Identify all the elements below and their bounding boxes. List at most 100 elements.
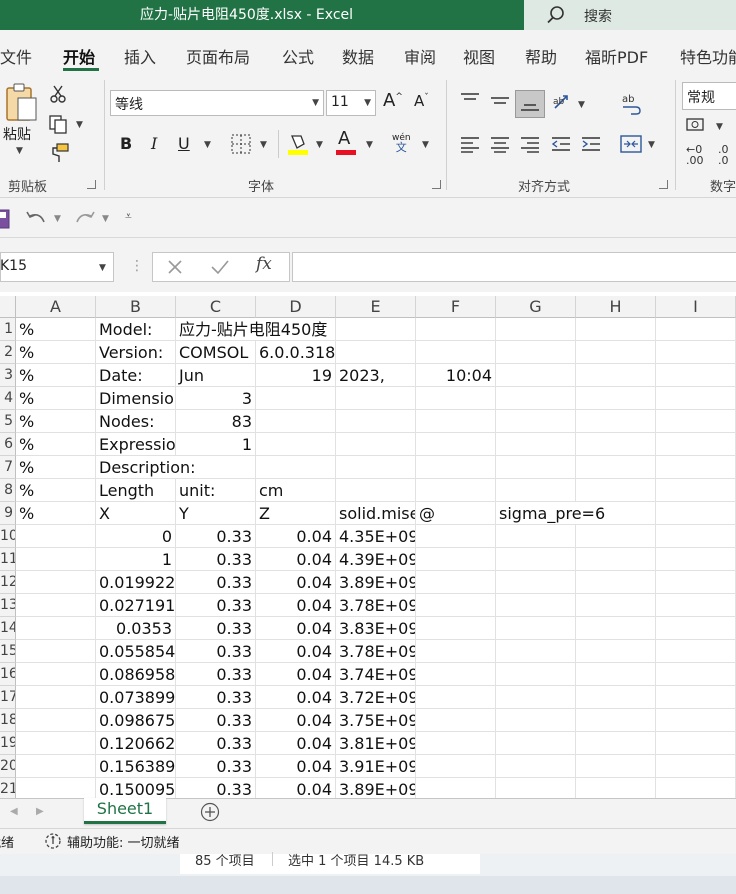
cell[interactable]: % xyxy=(16,387,96,410)
cell[interactable] xyxy=(496,617,576,640)
currency-format-icon[interactable] xyxy=(686,116,708,134)
cell[interactable]: 0.04 xyxy=(256,732,336,755)
cell[interactable] xyxy=(416,755,496,778)
cell[interactable] xyxy=(496,433,576,456)
cell[interactable] xyxy=(256,387,336,410)
cell[interactable]: 0.073899 xyxy=(96,686,176,709)
cell[interactable]: Description: xyxy=(96,456,196,479)
wrap-text-icon[interactable]: ab xyxy=(620,92,642,116)
cell[interactable]: Nodes: xyxy=(96,410,176,433)
cell[interactable] xyxy=(336,433,416,456)
cell[interactable] xyxy=(576,456,656,479)
row-header[interactable]: 14 xyxy=(0,617,16,640)
cell[interactable]: 0.33 xyxy=(176,571,256,594)
cell[interactable] xyxy=(496,456,576,479)
cell[interactable]: 0.04 xyxy=(256,755,336,778)
cell[interactable] xyxy=(656,594,736,617)
cell[interactable] xyxy=(416,525,496,548)
cell[interactable] xyxy=(16,755,96,778)
cell[interactable] xyxy=(496,410,576,433)
cell[interactable]: 3 xyxy=(176,387,256,410)
tab-insert[interactable]: 插入 xyxy=(124,44,156,68)
cell[interactable] xyxy=(16,525,96,548)
font-color-button[interactable]: A xyxy=(338,128,350,149)
row-header[interactable]: 15 xyxy=(0,640,16,663)
cell[interactable]: 0.027191 xyxy=(96,594,176,617)
cell[interactable] xyxy=(656,617,736,640)
chevron-down-icon[interactable]: ▼ xyxy=(422,140,429,150)
cell[interactable]: 0 xyxy=(96,525,176,548)
align-middle-icon[interactable] xyxy=(490,94,510,110)
cell[interactable] xyxy=(16,663,96,686)
cell[interactable] xyxy=(656,548,736,571)
row-header[interactable]: 11 xyxy=(0,548,16,571)
cell[interactable]: 10:04 xyxy=(416,364,496,387)
cell[interactable] xyxy=(16,594,96,617)
cell[interactable]: Expression xyxy=(96,433,176,456)
scroll-tabs-right-icon[interactable]: ▶ xyxy=(36,806,44,817)
chevron-down-icon[interactable]: ▼ xyxy=(260,140,267,150)
row-header[interactable]: 16 xyxy=(0,663,16,686)
borders-icon[interactable] xyxy=(230,133,252,155)
cell[interactable]: 0.33 xyxy=(176,640,256,663)
cell[interactable]: 0.04 xyxy=(256,571,336,594)
cell[interactable] xyxy=(576,548,656,571)
cell[interactable] xyxy=(16,617,96,640)
cell[interactable] xyxy=(16,548,96,571)
italic-button[interactable]: I xyxy=(151,134,157,153)
cancel-icon[interactable] xyxy=(166,258,184,276)
cell[interactable]: 0.120662 xyxy=(96,732,176,755)
customize-toolbar-icon[interactable]: ⩡ xyxy=(125,209,132,224)
chevron-down-icon[interactable]: ▼ xyxy=(76,120,83,130)
accessibility-icon[interactable] xyxy=(44,832,62,850)
chevron-down-icon[interactable]: ▼ xyxy=(716,122,723,132)
cell[interactable] xyxy=(256,433,336,456)
cell[interactable] xyxy=(336,479,416,502)
cell[interactable] xyxy=(496,548,576,571)
cell[interactable]: 1 xyxy=(176,433,256,456)
cell[interactable] xyxy=(576,594,656,617)
cell[interactable] xyxy=(416,594,496,617)
cell[interactable] xyxy=(416,571,496,594)
cell[interactable]: % xyxy=(16,502,96,525)
cell[interactable]: 0.33 xyxy=(176,709,256,732)
cell[interactable] xyxy=(256,456,336,479)
cell[interactable]: COMSOL xyxy=(176,341,256,364)
clipboard-dialog-launcher[interactable] xyxy=(87,180,96,189)
cell[interactable]: 3.78E+09 xyxy=(336,640,416,663)
number-format-dropdown[interactable]: 常规 xyxy=(682,82,736,110)
cell[interactable] xyxy=(16,640,96,663)
cell[interactable] xyxy=(16,732,96,755)
cell[interactable] xyxy=(496,341,576,364)
cell[interactable] xyxy=(496,594,576,617)
cell[interactable] xyxy=(496,663,576,686)
cell[interactable] xyxy=(496,755,576,778)
redo-icon[interactable] xyxy=(73,208,97,230)
column-header[interactable]: B xyxy=(96,296,176,318)
alignment-dialog-launcher[interactable] xyxy=(659,180,668,189)
cell[interactable] xyxy=(416,410,496,433)
increase-decimal-icon[interactable]: ←0.00 xyxy=(686,144,704,166)
tab-help[interactable]: 帮助 xyxy=(525,44,557,68)
cell[interactable]: Length xyxy=(96,479,176,502)
align-left-icon[interactable] xyxy=(460,135,480,153)
cell[interactable]: 0.04 xyxy=(256,548,336,571)
cell[interactable]: 0.04 xyxy=(256,525,336,548)
font-name-dropdown[interactable]: 等线 ▼ xyxy=(110,90,324,116)
column-header[interactable]: A xyxy=(16,296,96,318)
cell[interactable] xyxy=(416,387,496,410)
cell[interactable] xyxy=(416,732,496,755)
scroll-tabs-left-icon[interactable]: ◀ xyxy=(10,806,18,817)
cell[interactable] xyxy=(496,709,576,732)
cell[interactable] xyxy=(576,640,656,663)
cell[interactable] xyxy=(656,525,736,548)
scissors-icon[interactable] xyxy=(48,84,68,104)
cell[interactable] xyxy=(16,686,96,709)
insert-function-button[interactable]: fx xyxy=(256,254,272,274)
cell[interactable]: 0.33 xyxy=(176,594,256,617)
tab-foxit-pdf[interactable]: 福昕PDF xyxy=(585,44,648,68)
cell[interactable]: 19 xyxy=(256,364,336,387)
cell[interactable] xyxy=(656,709,736,732)
cell[interactable] xyxy=(416,548,496,571)
chevron-down-icon[interactable]: ▼ xyxy=(578,100,585,110)
